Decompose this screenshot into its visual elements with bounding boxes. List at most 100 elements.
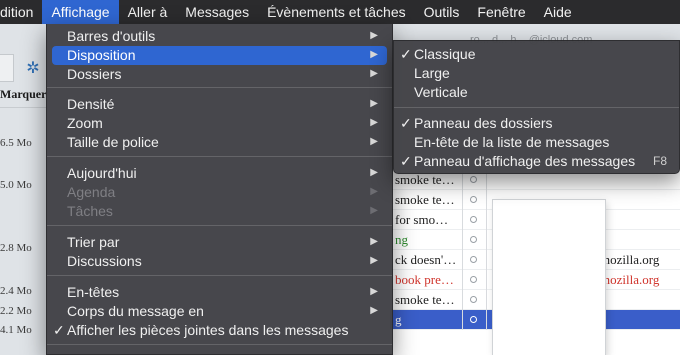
column-divider <box>486 270 487 290</box>
row-subject: ck doesn'… <box>395 252 457 267</box>
column-header-marquer[interactable]: Marquer <box>0 87 46 102</box>
menu-fenetre[interactable]: Fenêtre <box>468 0 534 24</box>
menu-item-label: Classique <box>414 46 476 62</box>
checkmark-icon: ✓ <box>400 153 412 169</box>
status-dot-icon[interactable] <box>470 176 477 183</box>
submenu-item-classique[interactable]: ✓ Classique <box>399 45 674 64</box>
menu-edition[interactable]: dition <box>0 0 42 24</box>
submenu-item-large[interactable]: Large <box>399 64 674 83</box>
menu-item-label: En-têtes <box>67 284 120 300</box>
menu-item-en-tetes[interactable]: En-têtes ▶ <box>52 283 387 302</box>
menu-item-label: Densité <box>67 96 115 112</box>
menu-item-discussions[interactable]: Discussions ▶ <box>52 252 387 271</box>
status-dot-icon[interactable] <box>470 296 477 303</box>
column-divider <box>486 290 487 310</box>
row-subject: smoke te… <box>395 292 455 307</box>
column-divider <box>486 250 487 270</box>
submenu-item-en-tete-liste[interactable]: En-tête de la liste de messages <box>399 133 674 152</box>
row-subject: smoke te… <box>395 172 455 187</box>
submenu-arrow-icon: ▶ <box>370 117 378 128</box>
menu-aller-a[interactable]: Aller à <box>119 0 177 24</box>
column-divider <box>486 190 487 210</box>
status-dot-icon[interactable] <box>470 316 477 323</box>
submenu-arrow-icon: ▶ <box>370 205 378 216</box>
row-subject: ng <box>395 232 408 247</box>
menu-item-label: Disposition <box>67 47 136 63</box>
menu-item-label: Dossiers <box>67 66 122 82</box>
status-dot-icon[interactable] <box>470 216 477 223</box>
menu-separator <box>47 156 392 157</box>
submenu-arrow-icon: ▶ <box>370 136 378 147</box>
menu-item-label: Agenda <box>67 184 116 200</box>
size-cell: 2.8 Mo <box>0 242 32 254</box>
menu-item-zoom[interactable]: Zoom ▶ <box>52 114 387 133</box>
row-from: mozilla.org <box>600 272 660 287</box>
gear-icon[interactable]: ✲ <box>20 54 46 82</box>
size-cell: 4.1 Mo <box>0 324 32 336</box>
column-divider <box>462 250 463 270</box>
menu-item-barres-outils[interactable]: Barres d'outils ▶ <box>52 27 387 46</box>
menu-bar: dition Affichage Aller à Messages Évènem… <box>0 0 680 24</box>
menu-item-taches: Tâches ▶ <box>52 202 387 221</box>
checkmark-icon: ✓ <box>53 322 65 338</box>
menu-messages[interactable]: Messages <box>176 0 258 24</box>
menu-separator <box>47 225 392 226</box>
menu-item-label: Afficher les pièces jointes dans les mes… <box>67 322 349 338</box>
submenu-arrow-icon: ▶ <box>370 98 378 109</box>
column-divider <box>486 230 487 250</box>
menu-item-taille-police[interactable]: Taille de police ▶ <box>52 133 387 152</box>
checkmark-icon: ✓ <box>400 46 412 62</box>
menu-item-label: Panneau des dossiers <box>414 115 553 131</box>
row-subject: book pre… <box>395 272 454 287</box>
submenu-arrow-icon: ▶ <box>370 167 378 178</box>
menu-outils[interactable]: Outils <box>415 0 469 24</box>
menu-item-disposition[interactable]: Disposition ▶ <box>52 46 387 65</box>
submenu-arrow-icon: ▶ <box>370 30 378 41</box>
menu-item-dossiers[interactable]: Dossiers ▶ <box>52 65 387 84</box>
row-subject: g <box>395 312 402 327</box>
toolbar-button[interactable] <box>0 54 14 82</box>
menu-item-label: En-tête de la liste de messages <box>414 134 610 150</box>
submenu-arrow-icon: ▶ <box>370 49 378 60</box>
status-dot-icon[interactable] <box>470 196 477 203</box>
status-dot-icon[interactable] <box>470 236 477 243</box>
menu-item-label: Corps du message en <box>67 303 204 319</box>
size-cell: 5.0 Mo <box>0 179 32 191</box>
size-cell: 2.4 Mo <box>0 285 32 297</box>
menu-item-label: Discussions <box>67 253 142 269</box>
disposition-submenu: ✓ Classique Large Verticale ✓ Panneau des … <box>393 40 680 174</box>
menu-evenements-taches[interactable]: Évènements et tâches <box>258 0 415 24</box>
menu-item-label: Barres d'outils <box>67 28 156 44</box>
status-dot-icon[interactable] <box>470 276 477 283</box>
menu-separator <box>394 107 679 108</box>
menu-affichage[interactable]: Affichage <box>42 0 119 24</box>
menu-separator <box>47 275 392 276</box>
menu-item-label: Panneau d'affichage des messages <box>414 153 636 169</box>
menu-item-trier-par[interactable]: Trier par ▶ <box>52 233 387 252</box>
menu-separator <box>47 344 392 345</box>
menu-aide[interactable]: Aide <box>535 0 581 24</box>
column-divider <box>462 270 463 290</box>
menu-item-label: Tâches <box>67 203 113 219</box>
menu-item-corps-message[interactable]: Corps du message en ▶ <box>52 302 387 321</box>
column-divider <box>462 210 463 230</box>
submenu-arrow-icon: ▶ <box>370 236 378 247</box>
size-cell: 6.5 Mo <box>0 137 32 149</box>
column-divider <box>462 290 463 310</box>
submenu-item-verticale[interactable]: Verticale <box>399 83 674 102</box>
column-divider <box>462 310 463 330</box>
column-divider <box>462 230 463 250</box>
row-subject: for smo… <box>395 212 449 227</box>
submenu-item-panneau-affichage[interactable]: ✓ Panneau d'affichage des messages F8 <box>399 152 674 171</box>
submenu-arrow-icon: ▶ <box>370 286 378 297</box>
status-dot-icon[interactable] <box>470 256 477 263</box>
shortcut-label: F8 <box>652 154 667 168</box>
menu-item-densite[interactable]: Densité ▶ <box>52 95 387 114</box>
size-cell: 2.2 Mo <box>0 305 32 317</box>
menu-item-label: Aujourd'hui <box>67 165 137 181</box>
submenu-item-panneau-dossiers[interactable]: ✓ Panneau des dossiers <box>399 114 674 133</box>
menu-item-label: Verticale <box>414 84 468 100</box>
header-divider <box>0 107 46 108</box>
menu-item-afficher-pieces-jointes[interactable]: ✓ Afficher les pièces jointes dans les me… <box>52 321 387 340</box>
menu-item-aujourdhui[interactable]: Aujourd'hui ▶ <box>52 164 387 183</box>
